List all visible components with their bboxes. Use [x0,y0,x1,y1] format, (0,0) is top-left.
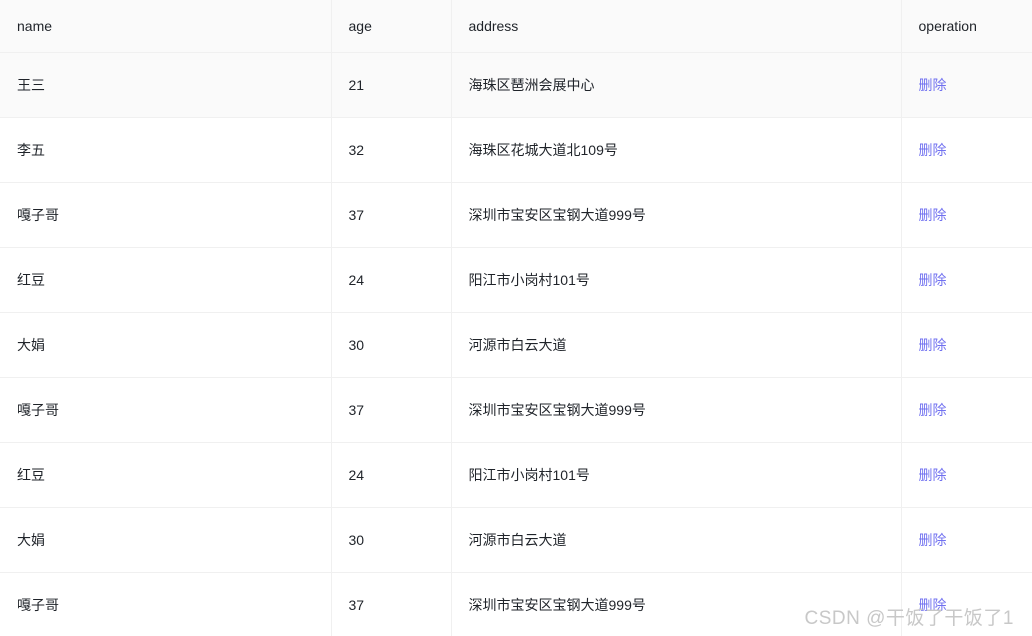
cell-age: 37 [331,182,452,248]
cell-address: 阳江市小岗村101号 [451,247,902,313]
cell-operation: 删除 [901,52,1032,118]
delete-row-link[interactable]: 删除 [919,337,947,353]
column-header-name[interactable]: name [0,0,332,53]
cell-age: 37 [331,572,452,636]
cell-address: 河源市白云大道 [451,312,902,378]
cell-operation: 删除 [901,312,1032,378]
cell-age: 32 [331,117,452,183]
cell-age: 24 [331,442,452,508]
table-row[interactable]: 红豆 24 阳江市小岗村101号 删除 [0,247,1032,313]
delete-row-link[interactable]: 删除 [919,207,947,223]
delete-row-link[interactable]: 删除 [919,77,947,93]
cell-operation: 删除 [901,247,1032,313]
cell-address: 海珠区琶洲会展中心 [451,52,902,118]
table-row[interactable]: 红豆 24 阳江市小岗村101号 删除 [0,442,1032,508]
cell-age: 37 [331,377,452,443]
data-table-container: name age address operation 王三 21 海珠区琶洲会展中心… [0,0,1032,636]
table-body: 王三 21 海珠区琶洲会展中心 删除 李五 32 海珠区花城大道北109号 删除 嘎子哥 37 深圳… [0,52,1032,636]
delete-row-link[interactable]: 删除 [919,142,947,158]
cell-age: 30 [331,507,452,573]
cell-name: 嘎子哥 [0,182,332,248]
cell-age: 21 [331,52,452,118]
column-header-age[interactable]: age [331,0,452,53]
cell-operation: 删除 [901,507,1032,573]
column-header-address[interactable]: address [451,0,902,53]
table-header-row: name age address operation [0,0,1032,53]
cell-address: 河源市白云大道 [451,507,902,573]
cell-address: 深圳市宝安区宝钢大道999号 [451,377,902,443]
delete-row-link[interactable]: 删除 [919,597,947,613]
cell-operation: 删除 [901,182,1032,248]
cell-name: 王三 [0,52,332,118]
cell-operation: 删除 [901,117,1032,183]
table-row[interactable]: 王三 21 海珠区琶洲会展中心 删除 [0,52,1032,118]
delete-row-link[interactable]: 删除 [919,272,947,288]
cell-address: 阳江市小岗村101号 [451,442,902,508]
cell-age: 30 [331,312,452,378]
table-row[interactable]: 大娟 30 河源市白云大道 删除 [0,312,1032,378]
cell-name: 嘎子哥 [0,377,332,443]
table-row[interactable]: 李五 32 海珠区花城大道北109号 删除 [0,117,1032,183]
delete-row-link[interactable]: 删除 [919,532,947,548]
table-row[interactable]: 嘎子哥 37 深圳市宝安区宝钢大道999号 删除 [0,572,1032,636]
table-row[interactable]: 嘎子哥 37 深圳市宝安区宝钢大道999号 删除 [0,377,1032,443]
delete-row-link[interactable]: 删除 [919,467,947,483]
cell-operation: 删除 [901,377,1032,443]
cell-operation: 删除 [901,442,1032,508]
cell-name: 红豆 [0,442,332,508]
cell-age: 24 [331,247,452,313]
table-row[interactable]: 嘎子哥 37 深圳市宝安区宝钢大道999号 删除 [0,182,1032,248]
cell-address: 深圳市宝安区宝钢大道999号 [451,572,902,636]
column-header-operation[interactable]: operation [901,0,1032,53]
cell-address: 海珠区花城大道北109号 [451,117,902,183]
table-row[interactable]: 大娟 30 河源市白云大道 删除 [0,507,1032,573]
cell-name: 李五 [0,117,332,183]
delete-row-link[interactable]: 删除 [919,402,947,418]
cell-name: 红豆 [0,247,332,313]
table-header: name age address operation [0,0,1032,53]
user-data-table: name age address operation 王三 21 海珠区琶洲会展中心… [0,0,1032,636]
cell-name: 大娟 [0,507,332,573]
cell-address: 深圳市宝安区宝钢大道999号 [451,182,902,248]
cell-name: 嘎子哥 [0,572,332,636]
cell-operation: 删除 [901,572,1032,636]
cell-name: 大娟 [0,312,332,378]
